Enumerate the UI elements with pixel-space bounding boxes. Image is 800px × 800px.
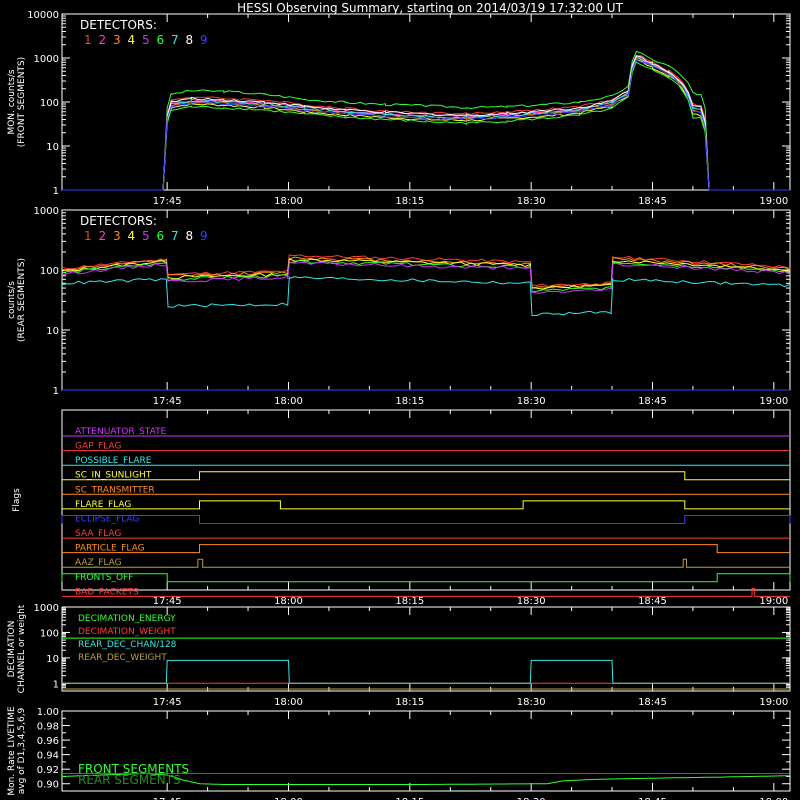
x-tick-label: 18:00 xyxy=(274,396,303,407)
flag-label: BAD_PACKETS xyxy=(75,587,139,597)
decimation-legend-label: DECIMATION_WEIGHT xyxy=(78,627,176,637)
y-tick-label: 1000 xyxy=(34,206,59,217)
x-tick-label: 18:30 xyxy=(517,596,546,607)
front-series-line xyxy=(62,56,790,191)
x-tick-label: 19:00 xyxy=(759,596,788,607)
livetime-y-axis-label: Mon. Rate LIVETIME xyxy=(7,706,17,796)
rear-detector-label: 5 xyxy=(142,229,150,243)
x-tick-label: 17:45 xyxy=(153,396,182,407)
flag-label: SAA_FLAG xyxy=(75,529,121,539)
livetime-y-axis-label: avg of D1,3,4,5,6,9 xyxy=(17,707,27,794)
x-tick-label: 18:00 xyxy=(274,596,303,607)
y-tick-label: 1.00 xyxy=(37,707,59,718)
y-tick-label: 0.96 xyxy=(37,736,59,747)
front-detector-label: 5 xyxy=(142,33,150,47)
flags-y-axis-label: Flags xyxy=(12,488,22,512)
y-tick-label: 0.94 xyxy=(37,751,59,762)
y-tick-label: 100 xyxy=(40,628,59,639)
x-tick-label: 18:45 xyxy=(638,596,667,607)
rear-detector-label: 9 xyxy=(200,229,208,243)
rear-series-line xyxy=(61,256,791,289)
front-y-axis-label: MON. counts/s xyxy=(7,69,17,134)
y-tick-label: 100 xyxy=(40,266,59,277)
x-tick-label: 18:00 xyxy=(274,697,303,708)
rear-detector-label: 6 xyxy=(157,229,165,243)
y-tick-label: 10000 xyxy=(27,10,59,21)
x-tick-label: 17:45 xyxy=(153,596,182,607)
x-tick-label: 18:30 xyxy=(517,196,546,207)
flag-line xyxy=(62,471,790,481)
y-tick-label: 0.90 xyxy=(37,780,59,791)
flag-line xyxy=(62,500,790,510)
rear-series-line xyxy=(61,276,791,317)
front-detector-label: 1 xyxy=(84,33,92,47)
front-series-line xyxy=(62,55,790,191)
front-legend-title: DETECTORS: xyxy=(80,18,157,32)
front-detector-label: 2 xyxy=(99,33,107,47)
flag-line xyxy=(61,573,791,583)
rear-y-axis-label: counts/s xyxy=(7,281,17,319)
front-detector-label: 4 xyxy=(128,33,136,47)
flag-label: GAP_FLAG xyxy=(75,442,121,452)
x-tick-label: 18:45 xyxy=(638,697,667,708)
x-tick-label: 18:15 xyxy=(395,596,424,607)
rear-legend-title: DETECTORS: xyxy=(80,214,157,228)
flag-label: POSSIBLE_FLARE xyxy=(75,456,152,466)
rear-series-line xyxy=(61,259,791,293)
front-series-line xyxy=(62,59,790,191)
y-tick-label: 0.98 xyxy=(37,722,59,733)
decimation-y-axis-label: CHANNEL or weight xyxy=(17,604,27,693)
rear-detector-label: 1 xyxy=(84,229,92,243)
y-tick-label: 1000 xyxy=(34,603,59,614)
front-detector-label: 7 xyxy=(171,33,179,47)
flag-line xyxy=(62,544,790,554)
y-tick-label: 100 xyxy=(40,98,59,109)
front-series-line xyxy=(62,55,790,191)
y-tick-label: 10 xyxy=(46,142,59,153)
front-y-axis-label: (FRONT SEGMENTS) xyxy=(17,57,27,147)
x-tick-label: 19:00 xyxy=(759,396,788,407)
y-tick-label: 1 xyxy=(53,679,59,690)
x-tick-label: 19:00 xyxy=(759,196,788,207)
rear-detector-label: 2 xyxy=(99,229,107,243)
x-tick-label: 18:15 xyxy=(395,697,424,708)
decimation-y-axis-label: DECIMATION xyxy=(7,621,17,678)
x-tick-label: 17:45 xyxy=(153,196,182,207)
front-detector-label: 8 xyxy=(186,33,194,47)
rear-detector-label: 7 xyxy=(171,229,179,243)
decimation-legend-label: REAR_DEC_CHAN/128 xyxy=(78,640,177,650)
x-tick-label: 18:45 xyxy=(638,396,667,407)
y-tick-label: 1 xyxy=(53,186,59,197)
rear-detector-label: 4 xyxy=(128,229,136,243)
hessi-summary-plot: HESSI Observing Summary, starting on 201… xyxy=(7,1,791,800)
rear-detector-label: 8 xyxy=(186,229,194,243)
decimation-legend-label: DECIMATION_ENERGY xyxy=(78,614,176,624)
x-tick-label: 18:45 xyxy=(638,196,667,207)
flags-frame xyxy=(61,409,791,591)
y-tick-label: 1000 xyxy=(34,54,59,65)
livetime-legend-label: REAR SEGMENTS xyxy=(78,773,181,787)
front-detector-label: 3 xyxy=(113,33,121,47)
x-tick-label: 18:00 xyxy=(274,196,303,207)
x-tick-label: 19:00 xyxy=(759,697,788,708)
y-tick-label: 1 xyxy=(53,386,59,397)
flag-line xyxy=(62,558,790,568)
rear-detector-label: 3 xyxy=(113,229,121,243)
x-tick-label: 17:45 xyxy=(153,697,182,708)
front-detector-label: 9 xyxy=(200,33,208,47)
front-series-line xyxy=(62,58,790,191)
plot-title: HESSI Observing Summary, starting on 201… xyxy=(237,1,623,15)
y-tick-label: 10 xyxy=(46,326,59,337)
x-tick-label: 18:15 xyxy=(395,396,424,407)
x-tick-label: 18:30 xyxy=(517,697,546,708)
decimation-legend-label: REAR_DEC_WEIGHT xyxy=(78,653,167,663)
y-tick-label: 0.92 xyxy=(37,765,59,776)
flag-line xyxy=(61,515,791,524)
decimation-series-line xyxy=(62,659,790,684)
x-tick-label: 18:30 xyxy=(517,396,546,407)
x-tick-label: 18:15 xyxy=(395,196,424,207)
front-detector-label: 6 xyxy=(157,33,165,47)
rear-y-axis-label: (REAR SEGMENTS) xyxy=(17,258,27,342)
y-tick-label: 10 xyxy=(46,654,59,665)
